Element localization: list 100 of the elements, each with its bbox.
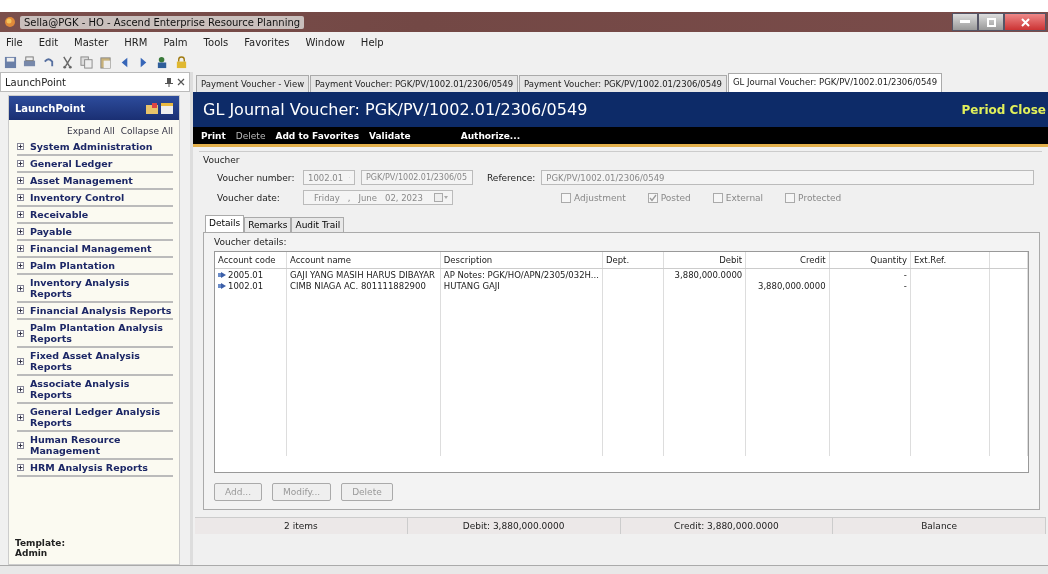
checkbox-label: Adjustment <box>574 192 626 203</box>
column-header[interactable]: Quantity <box>870 255 907 265</box>
sidebar-item[interactable]: Inventory Control <box>17 190 173 207</box>
close-button[interactable] <box>1004 13 1046 31</box>
sidebar-item[interactable]: General Ledger Analysis Reports <box>17 404 173 432</box>
summary-text: Balance <box>833 518 1046 534</box>
menu-item[interactable]: Help <box>360 36 384 48</box>
expand-icon[interactable] <box>17 413 24 421</box>
menu-item[interactable]: Master <box>74 36 109 48</box>
menu-item[interactable]: Favorites <box>244 36 290 48</box>
expand-icon[interactable] <box>17 194 24 201</box>
calendar-icon <box>434 193 448 202</box>
expand-icon[interactable] <box>17 211 24 218</box>
table-cell: 3,880,000.0000 <box>758 280 826 291</box>
expand-icon[interactable] <box>17 143 24 150</box>
checkbox-label: Posted <box>660 192 691 203</box>
cut-icon[interactable] <box>61 55 74 69</box>
expand-icon[interactable] <box>17 441 24 449</box>
table-cell: 3,880,000.0000 <box>674 269 743 280</box>
lock-icon[interactable] <box>175 55 188 69</box>
sidebar-item[interactable]: HRM Analysis Reports <box>17 460 173 477</box>
expand-icon[interactable] <box>17 357 24 365</box>
action-link[interactable]: Validate <box>369 130 411 141</box>
document-tab[interactable]: Payment Voucher: PGK/PV/1002.01/2306/0549 <box>310 75 519 92</box>
folder-icon[interactable] <box>146 102 158 114</box>
summary-text: Debit: 3,880,000.0000 <box>407 518 621 534</box>
menu-item[interactable]: Tools <box>203 36 229 48</box>
document-tab[interactable]: GL Journal Voucher: PGK/PV/1002.01/2306/0549 <box>728 73 943 92</box>
expand-icon[interactable] <box>17 464 24 471</box>
menu-item[interactable]: HRM <box>124 36 148 48</box>
document-tab[interactable]: Payment Voucher - View <box>196 75 310 92</box>
sidebar-item[interactable]: Palm Plantation <box>17 258 173 275</box>
sidebar-item[interactable]: Inventory Analysis Reports <box>17 275 173 303</box>
action-link[interactable]: Add to Favorites <box>275 130 360 141</box>
sidebar-item[interactable]: Financial Analysis Reports <box>17 303 173 320</box>
menu-item[interactable]: Window <box>305 36 345 48</box>
checkbox[interactable] <box>712 192 723 203</box>
table-cell: AP Notes: PGK/HO/APN/2305/032H... <box>443 269 599 280</box>
sidebar-item[interactable]: Human Resource Management <box>17 432 173 460</box>
expand-icon[interactable] <box>17 177 24 184</box>
maximize-button[interactable] <box>978 13 1004 31</box>
copy-icon[interactable] <box>80 55 93 69</box>
detail-tab[interactable]: Details <box>205 215 245 232</box>
app-icon <box>4 16 16 28</box>
expand-icon[interactable] <box>17 245 24 252</box>
field-label: Voucher date: <box>217 192 281 203</box>
sidebar-item[interactable]: Palm Plantation Analysis Reports <box>17 320 173 348</box>
detail-tab[interactable]: Remarks <box>244 217 292 232</box>
collapse-all-link[interactable]: Collapse All <box>120 126 173 136</box>
field-label: Reference: <box>487 172 536 183</box>
column-header[interactable]: Credit <box>800 255 826 265</box>
document-tab[interactable]: Payment Voucher: PGK/PV/1002.01/2306/0549 <box>519 75 727 92</box>
pin-icon[interactable] <box>165 77 173 87</box>
column-header[interactable]: Debit <box>719 255 743 265</box>
detail-tab[interactable]: Audit Trail <box>291 217 345 232</box>
expand-all-link[interactable]: Expand All <box>67 126 115 136</box>
expand-icon[interactable] <box>17 385 24 393</box>
print-icon[interactable] <box>23 55 36 69</box>
column-header[interactable]: Description <box>443 255 493 265</box>
close-icon[interactable] <box>177 77 185 86</box>
sidebar-item[interactable]: Payable <box>17 224 173 241</box>
column-header[interactable]: Ext.Ref. <box>913 255 947 265</box>
expand-icon[interactable] <box>17 160 24 167</box>
column-header[interactable]: Account name <box>289 255 352 265</box>
expand-icon[interactable] <box>17 307 24 314</box>
checkbox[interactable] <box>647 192 658 203</box>
table-cell: HUTANG GAJI <box>443 280 500 291</box>
date-picker[interactable]: Friday , June 02, 2023 <box>303 190 453 205</box>
account-icon <box>218 281 226 290</box>
group-title: Voucher details: <box>214 237 288 247</box>
expand-icon[interactable] <box>17 284 24 292</box>
table-cell: 1002.01 <box>228 280 264 291</box>
checkbox[interactable] <box>785 192 796 203</box>
sidebar-item[interactable]: Associate Analysis Reports <box>17 376 173 404</box>
undo-icon[interactable] <box>42 55 55 69</box>
expand-icon[interactable] <box>17 262 24 269</box>
summary-text: Credit: 3,880,000.0000 <box>620 518 834 534</box>
table-cell: 2005.01 <box>228 269 264 280</box>
window-icon[interactable] <box>161 102 173 114</box>
sidebar-item[interactable]: System Administration <box>17 139 173 156</box>
save-icon[interactable] <box>4 55 17 69</box>
period-status: Period Close <box>961 102 1046 117</box>
menu-item[interactable]: File <box>6 36 23 48</box>
action-link[interactable]: Authorize... <box>460 130 521 141</box>
account-icon <box>218 270 226 279</box>
header-title: LaunchPoint <box>15 102 85 114</box>
sidebar-item[interactable]: Fixed Asset Analysis Reports <box>17 348 173 376</box>
column-header[interactable]: Account code <box>218 255 276 265</box>
sidebar-item[interactable]: Financial Management <box>17 241 173 258</box>
sidebar-item[interactable]: General Ledger <box>17 156 173 173</box>
expand-icon[interactable] <box>17 228 24 235</box>
sidebar-item[interactable]: Receivable <box>17 207 173 224</box>
checkbox[interactable] <box>561 192 571 203</box>
sidebar-item[interactable]: Asset Management <box>17 173 173 190</box>
action-link[interactable]: Print <box>201 130 226 141</box>
minimize-button[interactable] <box>952 13 978 31</box>
column-header[interactable]: Dept. <box>605 255 630 265</box>
menu-item[interactable]: Palm <box>163 36 188 48</box>
menu-item[interactable]: Edit <box>38 36 59 48</box>
expand-icon[interactable] <box>17 329 24 337</box>
